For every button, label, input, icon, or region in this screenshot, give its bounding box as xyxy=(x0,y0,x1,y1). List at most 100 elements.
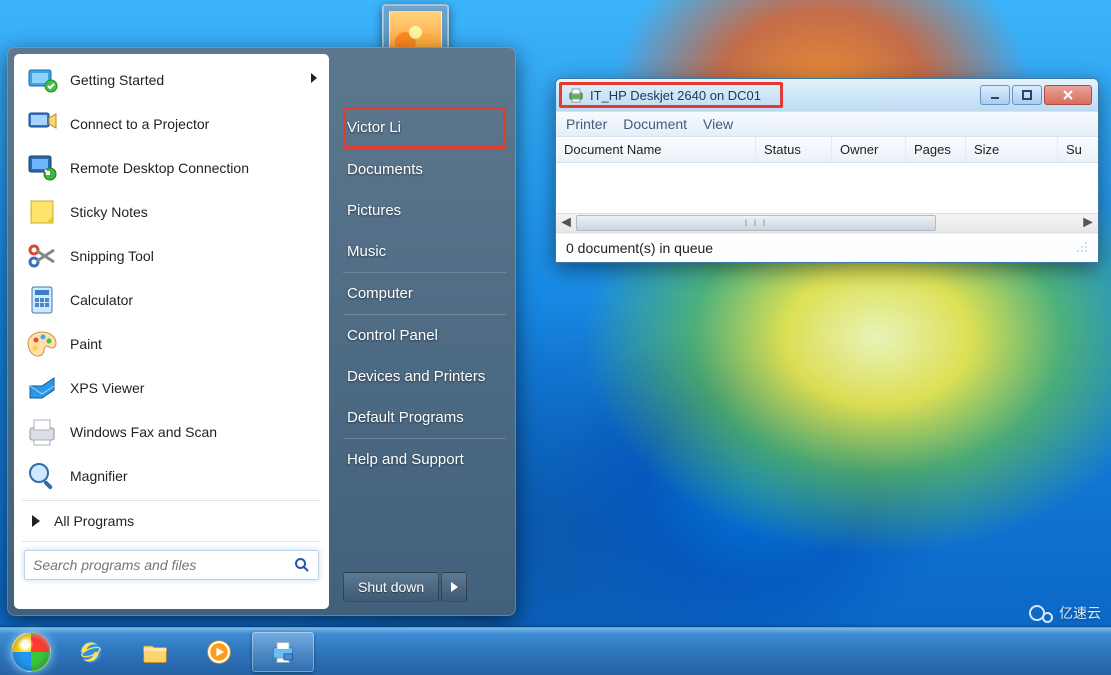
column-headers: Document Name Status Owner Pages Size Su xyxy=(556,137,1098,163)
minimize-button[interactable] xyxy=(980,85,1010,105)
watermark: 亿速云 xyxy=(1029,603,1101,623)
start-menu-left-panel: Getting Started Connect to a Projector R… xyxy=(14,54,329,609)
window-menubar: Printer Document View xyxy=(556,111,1098,137)
program-calculator[interactable]: Calculator xyxy=(18,278,325,322)
taskbar-media-player[interactable] xyxy=(188,632,250,672)
program-label: Paint xyxy=(70,336,102,352)
help-and-support-link[interactable]: Help and Support xyxy=(343,439,506,480)
right-link-label: Computer xyxy=(347,285,413,302)
windows-logo-icon xyxy=(11,632,51,672)
print-queue-list[interactable] xyxy=(556,163,1098,213)
col-document-name[interactable]: Document Name xyxy=(556,137,756,162)
search-box[interactable] xyxy=(24,550,319,580)
scroll-right-button[interactable]: ► xyxy=(1078,214,1098,232)
projector-icon xyxy=(24,106,60,142)
menu-view[interactable]: View xyxy=(703,116,733,132)
shutdown-options-button[interactable] xyxy=(441,572,467,602)
program-label: Remote Desktop Connection xyxy=(70,160,249,176)
triangle-right-icon xyxy=(451,582,458,592)
col-pages[interactable]: Pages xyxy=(906,137,966,162)
right-link-label: Help and Support xyxy=(347,451,464,468)
submenu-arrow-icon xyxy=(309,71,319,89)
program-label: Sticky Notes xyxy=(70,204,148,220)
program-label: Snipping Tool xyxy=(70,248,154,264)
maximize-button[interactable] xyxy=(1012,85,1042,105)
separator xyxy=(22,541,321,542)
scroll-left-button[interactable]: ◄ xyxy=(556,214,576,232)
right-link-label: Control Panel xyxy=(347,327,438,344)
window-title: IT_HP Deskjet 2640 on DC01 xyxy=(590,88,761,103)
printer-queue-window: IT_HP Deskjet 2640 on DC01 Printer Docum… xyxy=(555,78,1099,263)
getting-started-icon xyxy=(24,62,60,98)
right-link-label: Pictures xyxy=(347,202,401,219)
menu-document[interactable]: Document xyxy=(623,116,687,132)
program-xps-viewer[interactable]: XPS Viewer xyxy=(18,366,325,410)
program-sticky-notes[interactable]: Sticky Notes xyxy=(18,190,325,234)
taskbar-internet-explorer[interactable] xyxy=(60,632,122,672)
start-menu-right-panel: Victor Li Documents Pictures Music Compu… xyxy=(329,47,516,616)
program-label: Connect to a Projector xyxy=(70,116,209,132)
close-button[interactable] xyxy=(1044,85,1092,105)
program-getting-started[interactable]: Getting Started xyxy=(18,58,325,102)
watermark-icon xyxy=(1029,604,1053,623)
shutdown-button[interactable]: Shut down xyxy=(343,572,439,602)
start-menu: Getting Started Connect to a Projector R… xyxy=(7,47,516,616)
watermark-text: 亿速云 xyxy=(1059,603,1101,623)
status-bar: 0 document(s) in queue xyxy=(556,233,1098,262)
horizontal-scrollbar[interactable]: ◄ I I I ► xyxy=(556,213,1098,233)
xps-viewer-icon xyxy=(24,370,60,406)
program-snipping-tool[interactable]: Snipping Tool xyxy=(18,234,325,278)
user-name-link[interactable]: Victor Li xyxy=(343,107,506,149)
search-icon xyxy=(294,557,310,573)
shutdown-label: Shut down xyxy=(358,579,424,595)
scroll-track[interactable]: I I I xyxy=(576,215,1078,231)
all-programs-button[interactable]: All Programs xyxy=(18,503,325,539)
col-submitted[interactable]: Su xyxy=(1058,137,1098,162)
all-programs-label: All Programs xyxy=(54,513,134,529)
program-connect-to-a-projector[interactable]: Connect to a Projector xyxy=(18,102,325,146)
separator xyxy=(22,500,321,501)
taskbar-printer-queue[interactable] xyxy=(252,632,314,672)
program-label: Windows Fax and Scan xyxy=(70,424,217,440)
scroll-thumb[interactable]: I I I xyxy=(576,215,936,231)
documents-link[interactable]: Documents xyxy=(343,149,506,190)
program-label: Calculator xyxy=(70,292,133,308)
pictures-link[interactable]: Pictures xyxy=(343,190,506,231)
taskbar xyxy=(0,627,1111,675)
right-link-label: Music xyxy=(347,243,386,260)
remote-desktop-icon xyxy=(24,150,60,186)
default-programs-link[interactable]: Default Programs xyxy=(343,397,506,439)
sticky-notes-icon xyxy=(24,194,60,230)
right-link-label: Victor Li xyxy=(347,119,401,136)
start-button[interactable] xyxy=(4,631,58,673)
resize-grip-icon[interactable] xyxy=(1076,240,1088,256)
calculator-icon xyxy=(24,282,60,318)
music-link[interactable]: Music xyxy=(343,231,506,273)
program-paint[interactable]: Paint xyxy=(18,322,325,366)
program-label: XPS Viewer xyxy=(70,380,144,396)
status-text: 0 document(s) in queue xyxy=(566,240,713,256)
computer-link[interactable]: Computer xyxy=(343,273,506,315)
scissors-icon xyxy=(24,238,60,274)
right-link-label: Documents xyxy=(347,161,423,178)
program-magnifier[interactable]: Magnifier xyxy=(18,454,325,498)
magnifier-icon xyxy=(24,458,60,494)
right-link-label: Default Programs xyxy=(347,409,464,426)
program-remote-desktop-connection[interactable]: Remote Desktop Connection xyxy=(18,146,325,190)
program-label: Getting Started xyxy=(70,72,164,88)
program-windows-fax-and-scan[interactable]: Windows Fax and Scan xyxy=(18,410,325,454)
devices-and-printers-link[interactable]: Devices and Printers xyxy=(343,356,506,397)
col-owner[interactable]: Owner xyxy=(832,137,906,162)
window-titlebar[interactable]: IT_HP Deskjet 2640 on DC01 xyxy=(556,79,1098,111)
fax-scan-icon xyxy=(24,414,60,450)
taskbar-file-explorer[interactable] xyxy=(124,632,186,672)
search-input[interactable] xyxy=(33,557,294,573)
control-panel-link[interactable]: Control Panel xyxy=(343,315,506,356)
printer-icon xyxy=(568,87,584,103)
paint-palette-icon xyxy=(24,326,60,362)
menu-printer[interactable]: Printer xyxy=(566,116,607,132)
col-size[interactable]: Size xyxy=(966,137,1058,162)
triangle-right-icon xyxy=(32,515,40,527)
col-status[interactable]: Status xyxy=(756,137,832,162)
right-link-label: Devices and Printers xyxy=(347,368,485,385)
